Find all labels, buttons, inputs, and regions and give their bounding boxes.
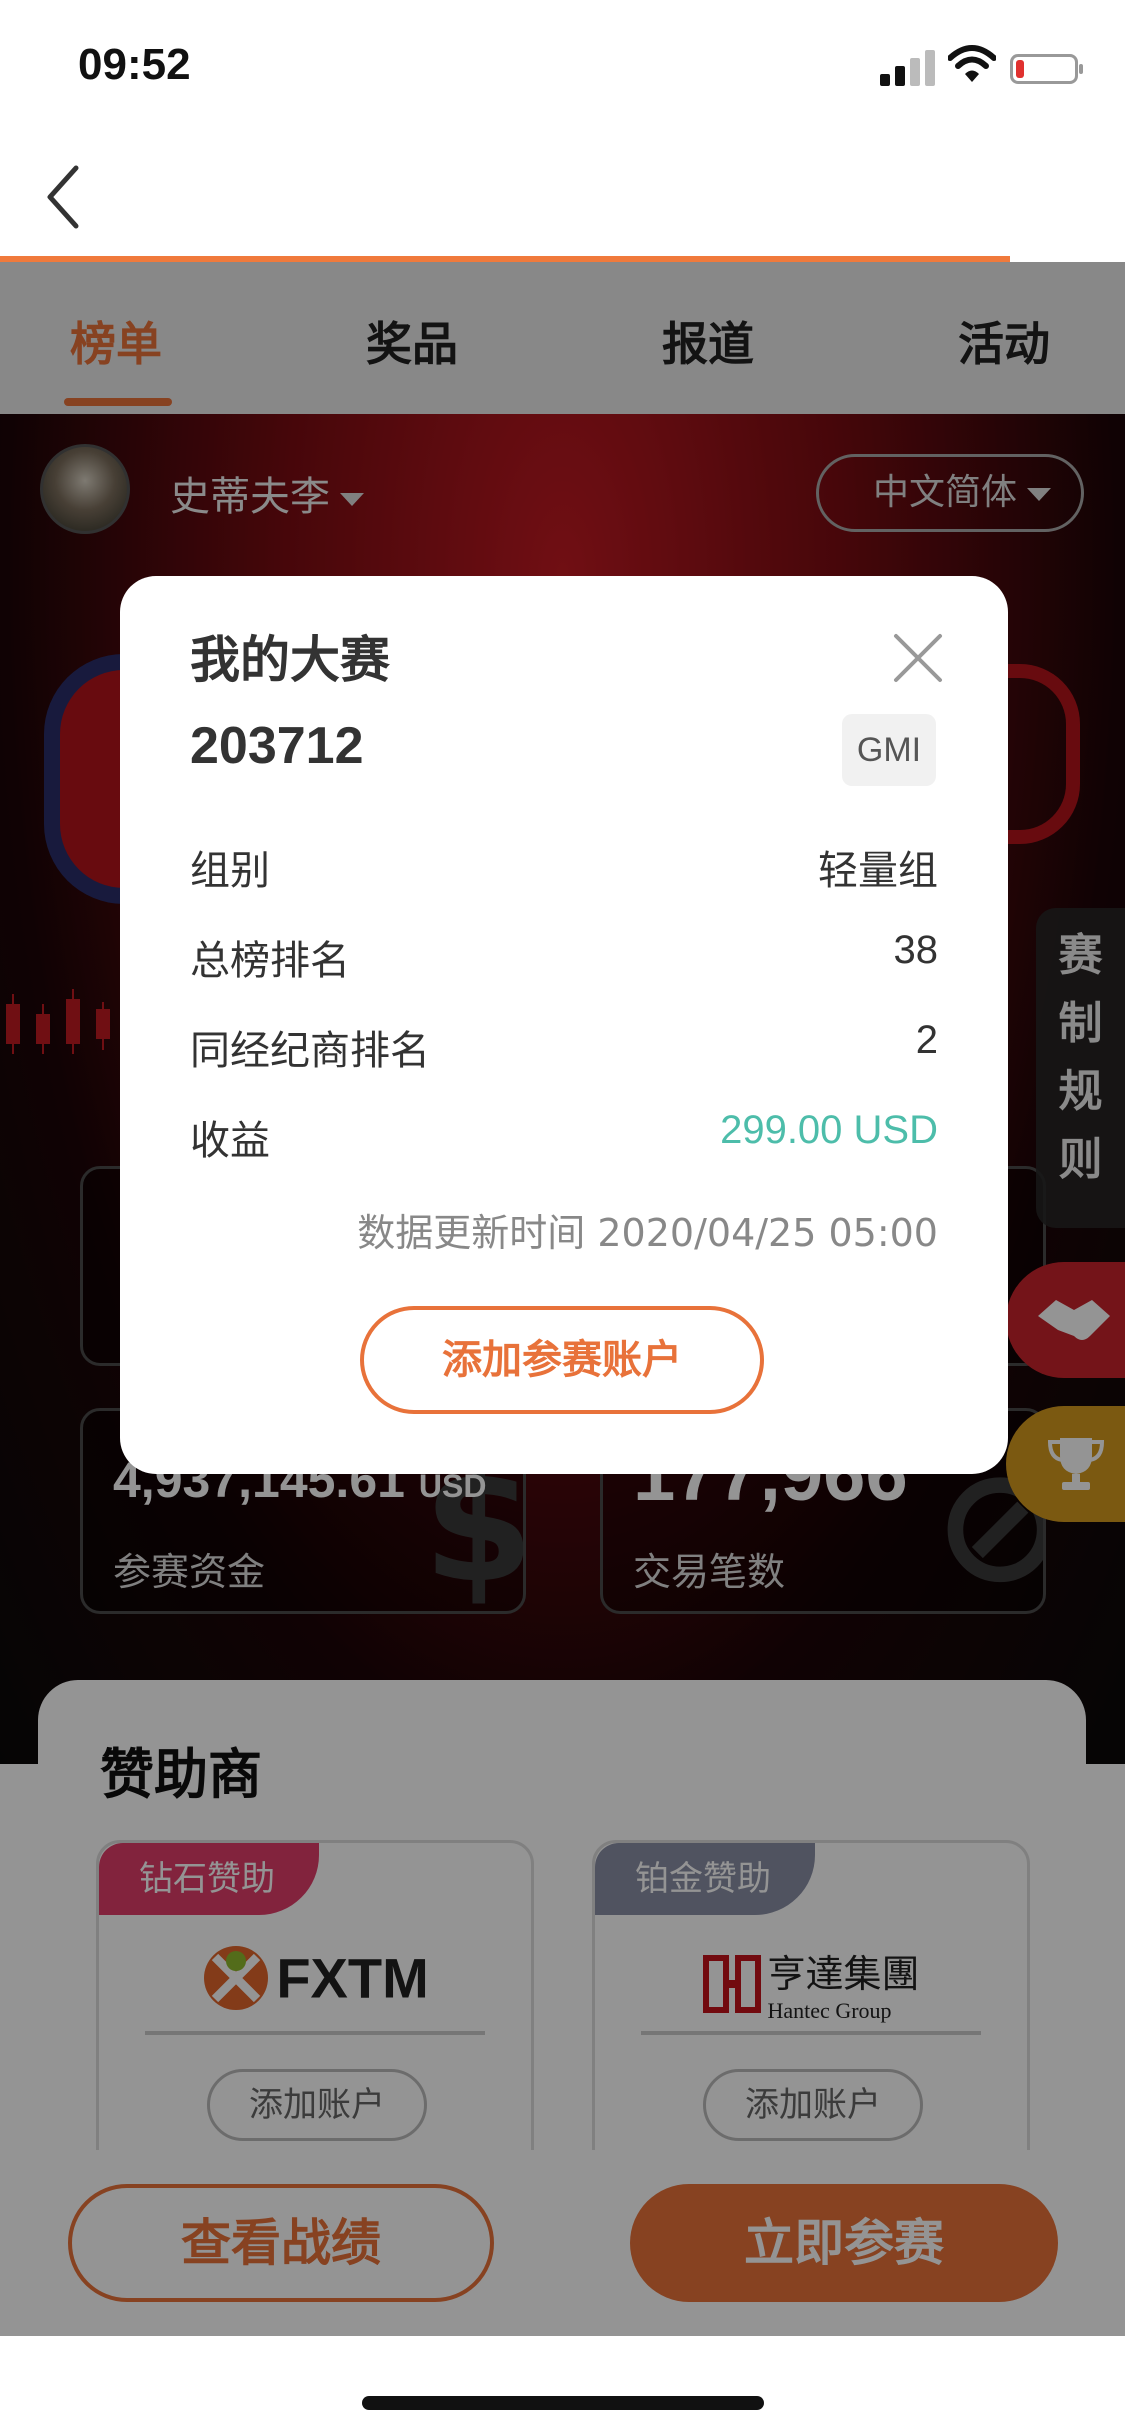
wifi-icon bbox=[948, 45, 996, 82]
broker-badge: GMI bbox=[842, 714, 936, 786]
back-icon[interactable] bbox=[36, 162, 96, 232]
signal-icon bbox=[880, 50, 936, 86]
profit-value: 299.00 USD bbox=[720, 1108, 938, 1152]
row-label: 同经纪商排名 bbox=[190, 1028, 430, 1074]
row-overall-rank: 总榜排名 38 bbox=[190, 928, 938, 988]
close-icon[interactable] bbox=[892, 632, 944, 684]
status-bar: 09:52 bbox=[0, 0, 1125, 132]
add-contest-account-button[interactable]: 添加参赛账户 bbox=[360, 1306, 764, 1414]
home-indicator bbox=[362, 2396, 764, 2410]
row-label: 组别 bbox=[190, 848, 270, 894]
update-time: 数据更新时间 2020/04/25 05:00 bbox=[357, 1211, 938, 1255]
status-time: 09:52 bbox=[78, 40, 191, 89]
row-label: 总榜排名 bbox=[190, 938, 350, 984]
row-value: 2 bbox=[915, 1018, 938, 1062]
row-value: 38 bbox=[893, 928, 939, 972]
row-group: 组别 轻量组 bbox=[190, 838, 938, 898]
account-id: 203712 bbox=[190, 717, 364, 775]
nav-bar bbox=[0, 132, 1125, 258]
row-profit: 收益 299.00 USD bbox=[190, 1108, 938, 1168]
row-broker-rank: 同经纪商排名 2 bbox=[190, 1018, 938, 1078]
row-value: 轻量组 bbox=[818, 848, 938, 894]
my-contest-modal: 我的大赛 203712 GMI 组别 轻量组 总榜排名 38 同经纪商排名 2 … bbox=[120, 576, 1008, 1474]
battery-icon bbox=[1010, 54, 1083, 84]
modal-title: 我的大赛 bbox=[190, 631, 390, 689]
row-label: 收益 bbox=[190, 1118, 270, 1164]
